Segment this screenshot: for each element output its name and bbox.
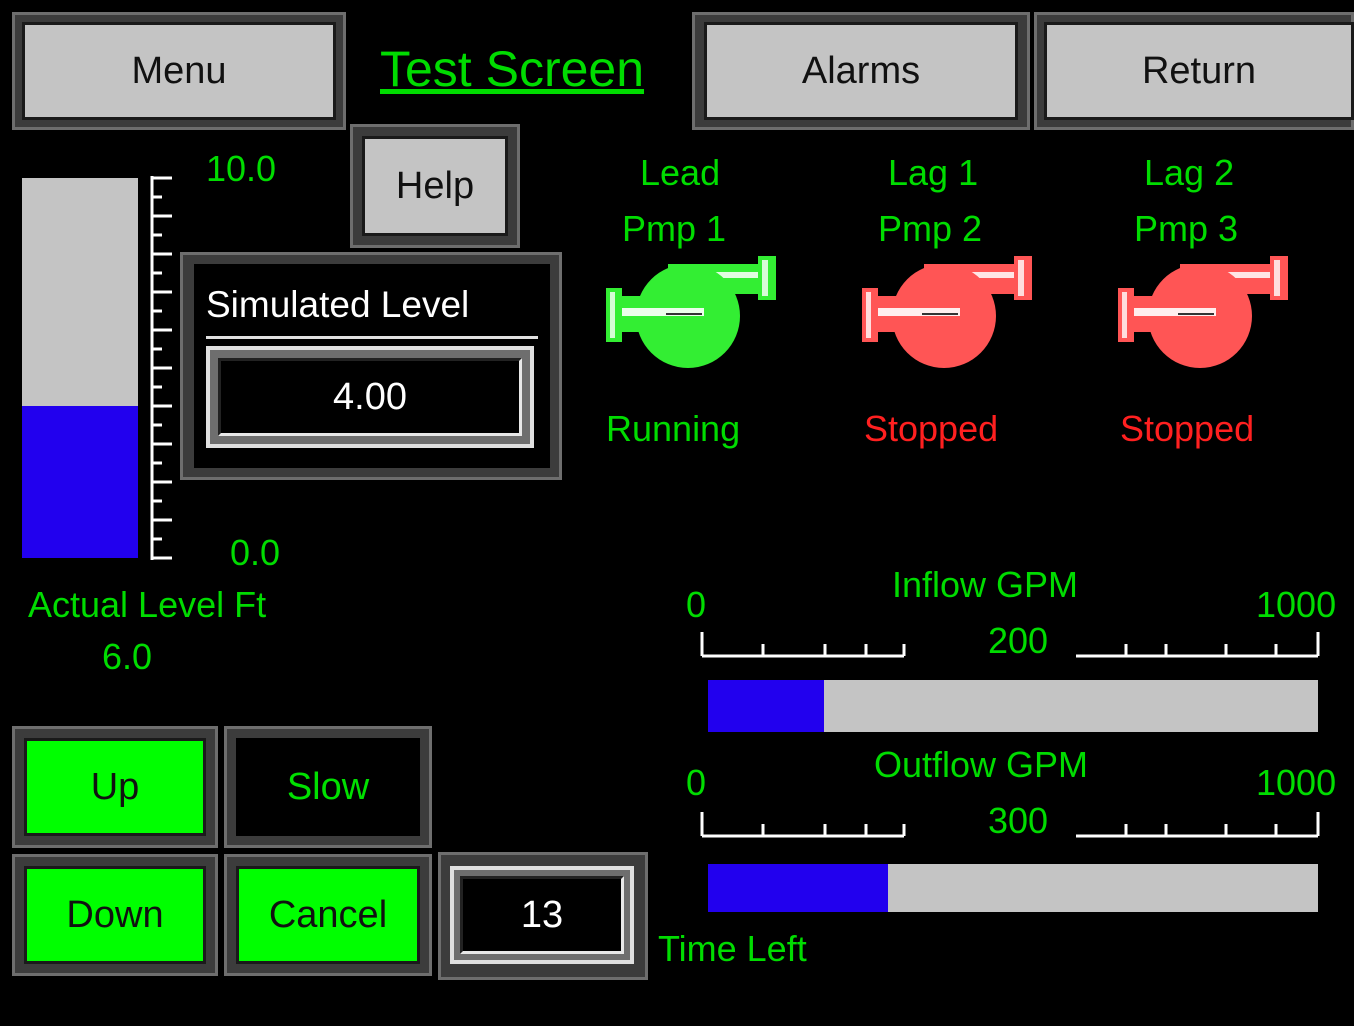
simulated-level-divider: [206, 336, 538, 339]
pump-3-name: Pmp 3: [1134, 208, 1239, 249]
outflow-bar: [708, 864, 1318, 912]
alarms-button[interactable]: Alarms: [704, 22, 1018, 120]
level-gauge-scale: [150, 176, 172, 560]
inflow-bar: [708, 680, 1318, 732]
pump-1-name: Pmp 1: [622, 208, 727, 249]
menu-button[interactable]: Menu: [22, 22, 336, 120]
level-gauge-bar: [22, 178, 138, 558]
pump-2-icon[interactable]: [860, 252, 1036, 372]
outflow-scale: [700, 812, 1320, 838]
level-gauge-fill: [22, 406, 138, 558]
pump-3-icon[interactable]: [1116, 252, 1292, 372]
return-button[interactable]: Return: [1044, 22, 1354, 120]
pump-2-status: Stopped: [864, 408, 999, 449]
up-button[interactable]: Up: [24, 738, 206, 836]
inflow-min: 0: [686, 584, 707, 625]
outflow-max: 1000: [1256, 762, 1337, 803]
slow-button[interactable]: Slow: [236, 738, 420, 836]
pump-2-name: Pmp 2: [878, 208, 983, 249]
level-caption: Actual Level Ft: [28, 584, 267, 625]
level-min-label: 0.0: [230, 532, 281, 573]
pump-2-role: Lag 1: [888, 152, 979, 193]
inflow-label: Inflow GPM: [892, 564, 1079, 605]
outflow-label: Outflow GPM: [874, 744, 1089, 785]
time-left-label: Time Left: [658, 928, 807, 969]
level-value: 6.0: [102, 636, 153, 677]
outflow-bar-fill: [708, 864, 888, 912]
time-left-value: 13: [460, 876, 624, 954]
pump-1-status: Running: [606, 408, 741, 449]
pump-3-status: Stopped: [1120, 408, 1255, 449]
cancel-button[interactable]: Cancel: [236, 866, 420, 964]
simulated-level-input[interactable]: 4.00: [218, 358, 522, 436]
inflow-bar-fill: [708, 680, 824, 732]
page-title: Test Screen: [380, 41, 645, 97]
outflow-min: 0: [686, 762, 707, 803]
simulated-level-label: Simulated Level: [206, 284, 470, 325]
level-max-label: 10.0: [206, 148, 277, 189]
down-button[interactable]: Down: [24, 866, 206, 964]
pump-3-role: Lag 2: [1144, 152, 1235, 193]
pump-1-role: Lead: [640, 152, 721, 193]
inflow-max: 1000: [1256, 584, 1337, 625]
help-button[interactable]: Help: [362, 136, 508, 236]
pump-1-icon[interactable]: [604, 252, 780, 372]
inflow-scale: [700, 632, 1320, 658]
